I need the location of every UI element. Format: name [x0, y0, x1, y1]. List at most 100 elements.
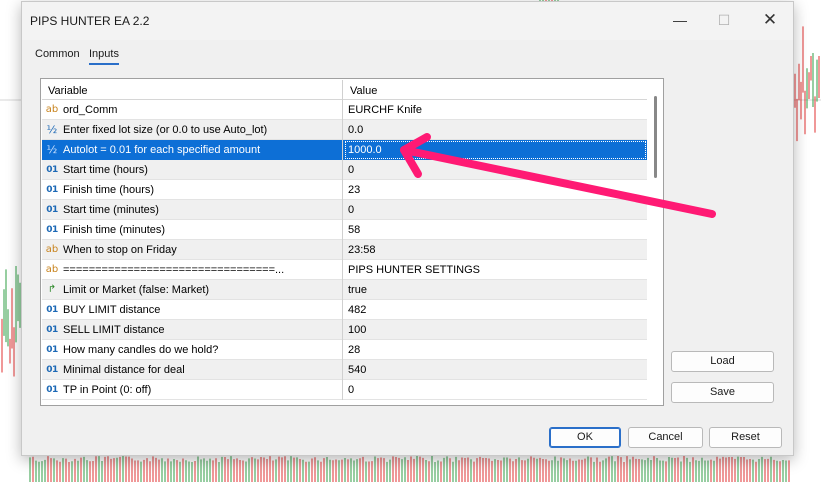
- table-row[interactable]: 01 How many candles do we hold? 28: [42, 340, 647, 360]
- int-type-icon: 01: [46, 345, 58, 355]
- value-cell[interactable]: 0.0: [344, 120, 647, 140]
- variable-value: 482: [348, 304, 367, 316]
- variable-cell[interactable]: ½ Autolot = 0.01 for each specified amoun…: [42, 140, 343, 160]
- variable-name: Finish time (hours): [63, 184, 155, 196]
- title-bar[interactable]: PIPS HUNTER EA 2.2 — ☐ ✕: [22, 2, 793, 40]
- variable-name: =================================...: [63, 264, 285, 276]
- int-type-icon: 01: [46, 325, 58, 335]
- value-cell[interactable]: PIPS HUNTER SETTINGS: [344, 260, 647, 280]
- variable-cell[interactable]: 01 Finish time (hours): [42, 180, 343, 200]
- int-type-icon: 01: [46, 225, 58, 235]
- variable-cell[interactable]: 01 Finish time (minutes): [42, 220, 343, 240]
- table-row[interactable]: ↱ Limit or Market (false: Market) true: [42, 280, 647, 300]
- value-cell[interactable]: 23:58: [344, 240, 647, 260]
- value-cell[interactable]: 0: [344, 160, 647, 180]
- variable-name: Minimal distance for deal: [63, 364, 185, 376]
- variable-name: Finish time (minutes): [63, 224, 166, 236]
- variable-cell[interactable]: ↱ Limit or Market (false: Market): [42, 280, 343, 300]
- variable-name: Autolot = 0.01 for each specified amount: [63, 144, 261, 156]
- table-row[interactable]: 01 Finish time (hours) 23: [42, 180, 647, 200]
- load-button[interactable]: Load: [671, 351, 774, 372]
- string-type-icon: ab: [45, 104, 59, 115]
- value-cell[interactable]: 23: [344, 180, 647, 200]
- table-row[interactable]: ab =================================... PI…: [42, 260, 647, 280]
- value-cell[interactable]: 1000.0: [344, 140, 647, 160]
- scrollbar-thumb[interactable]: [654, 96, 657, 178]
- variable-cell[interactable]: ab =================================...: [42, 260, 343, 280]
- variable-cell[interactable]: 01 Start time (hours): [42, 160, 343, 180]
- variable-value: 0: [348, 204, 355, 216]
- close-icon[interactable]: ✕: [762, 11, 778, 28]
- variable-cell[interactable]: ab ord_Comm: [42, 100, 343, 120]
- variable-value: 0.0: [348, 124, 364, 136]
- minimize-icon[interactable]: —: [672, 12, 688, 28]
- value-cell[interactable]: 28: [344, 340, 647, 360]
- variable-name: Enter fixed lot size (or 0.0 to use Auto…: [63, 124, 268, 136]
- int-type-icon: 01: [46, 365, 58, 375]
- value-cell[interactable]: 100: [344, 320, 647, 340]
- window-title: PIPS HUNTER EA 2.2: [30, 14, 150, 28]
- value-cell[interactable]: 58: [344, 220, 647, 240]
- variable-name: BUY LIMIT distance: [63, 304, 161, 316]
- value-cell[interactable]: 0: [344, 200, 647, 220]
- variable-cell[interactable]: ½ Enter fixed lot size (or 0.0 to use Aut…: [42, 120, 343, 140]
- variable-cell[interactable]: 01 Minimal distance for deal: [42, 360, 343, 380]
- variable-value: 58: [348, 224, 361, 236]
- table-row[interactable]: 01 Start time (minutes) 0: [42, 200, 647, 220]
- variable-value: 100: [348, 324, 367, 336]
- variable-value: true: [348, 284, 367, 296]
- cancel-button[interactable]: Cancel: [628, 427, 703, 448]
- table-row[interactable]: ab When to stop on Friday 23:58: [42, 240, 647, 260]
- tab-inputs[interactable]: Inputs: [89, 48, 119, 65]
- variable-name: How many candles do we hold?: [63, 344, 219, 356]
- variable-name: TP in Point (0: off): [63, 384, 152, 396]
- value-cell[interactable]: 540: [344, 360, 647, 380]
- int-type-icon: 01: [46, 385, 58, 395]
- int-type-icon: 01: [46, 205, 58, 215]
- table-row[interactable]: ½ Autolot = 0.01 for each specified amoun…: [42, 140, 647, 160]
- table-row[interactable]: 01 BUY LIMIT distance 482: [42, 300, 647, 320]
- value-cell[interactable]: true: [344, 280, 647, 300]
- reset-button[interactable]: Reset: [709, 427, 782, 448]
- table-row[interactable]: ½ Enter fixed lot size (or 0.0 to use Aut…: [42, 120, 647, 140]
- variable-value: 28: [348, 344, 361, 356]
- maximize-icon: ☐: [717, 12, 731, 28]
- variable-name: ord_Comm: [63, 104, 118, 116]
- variable-value: 540: [348, 364, 367, 376]
- inputs-table: Variable Value ab ord_Comm EURCHF Knife ½ En…: [40, 78, 664, 406]
- variable-value: 23:58: [348, 244, 376, 256]
- value-cell[interactable]: 0: [344, 380, 647, 400]
- table-row[interactable]: 01 Start time (hours) 0: [42, 160, 647, 180]
- inputs-table-body: Variable Value ab ord_Comm EURCHF Knife ½ En…: [42, 80, 647, 405]
- ok-button[interactable]: OK: [549, 427, 621, 448]
- variable-value: 23: [348, 184, 361, 196]
- double-type-icon: ½: [46, 123, 58, 136]
- int-type-icon: 01: [46, 165, 58, 175]
- variable-value: EURCHF Knife: [348, 104, 422, 116]
- save-button[interactable]: Save: [671, 382, 774, 403]
- variable-name: Limit or Market (false: Market): [63, 284, 210, 296]
- variable-name: Start time (minutes): [63, 204, 159, 216]
- vertical-scrollbar[interactable]: [648, 80, 663, 405]
- table-row[interactable]: 01 Minimal distance for deal 540: [42, 360, 647, 380]
- variable-cell[interactable]: 01 TP in Point (0: off): [42, 380, 343, 400]
- table-row[interactable]: 01 Finish time (minutes) 58: [42, 220, 647, 240]
- column-header-variable[interactable]: Variable: [42, 80, 343, 100]
- int-type-icon: 01: [46, 185, 58, 195]
- value-cell[interactable]: EURCHF Knife: [344, 100, 647, 120]
- variable-cell[interactable]: 01 BUY LIMIT distance: [42, 300, 343, 320]
- tab-common[interactable]: Common: [35, 48, 80, 60]
- table-row[interactable]: 01 SELL LIMIT distance 100: [42, 320, 647, 340]
- variable-cell[interactable]: 01 Start time (minutes): [42, 200, 343, 220]
- variable-cell[interactable]: ab When to stop on Friday: [42, 240, 343, 260]
- inputs-dialog: PIPS HUNTER EA 2.2 — ☐ ✕ Common Inputs V…: [21, 1, 794, 456]
- table-row[interactable]: ab ord_Comm EURCHF Knife: [42, 100, 647, 120]
- variable-cell[interactable]: 01 How many candles do we hold?: [42, 340, 343, 360]
- double-type-icon: ½: [46, 143, 58, 156]
- variable-value: 1000.0: [348, 144, 382, 156]
- table-row[interactable]: 01 TP in Point (0: off) 0: [42, 380, 647, 400]
- table-header: Variable Value: [42, 80, 647, 100]
- variable-cell[interactable]: 01 SELL LIMIT distance: [42, 320, 343, 340]
- value-cell[interactable]: 482: [344, 300, 647, 320]
- column-header-value[interactable]: Value: [344, 80, 647, 100]
